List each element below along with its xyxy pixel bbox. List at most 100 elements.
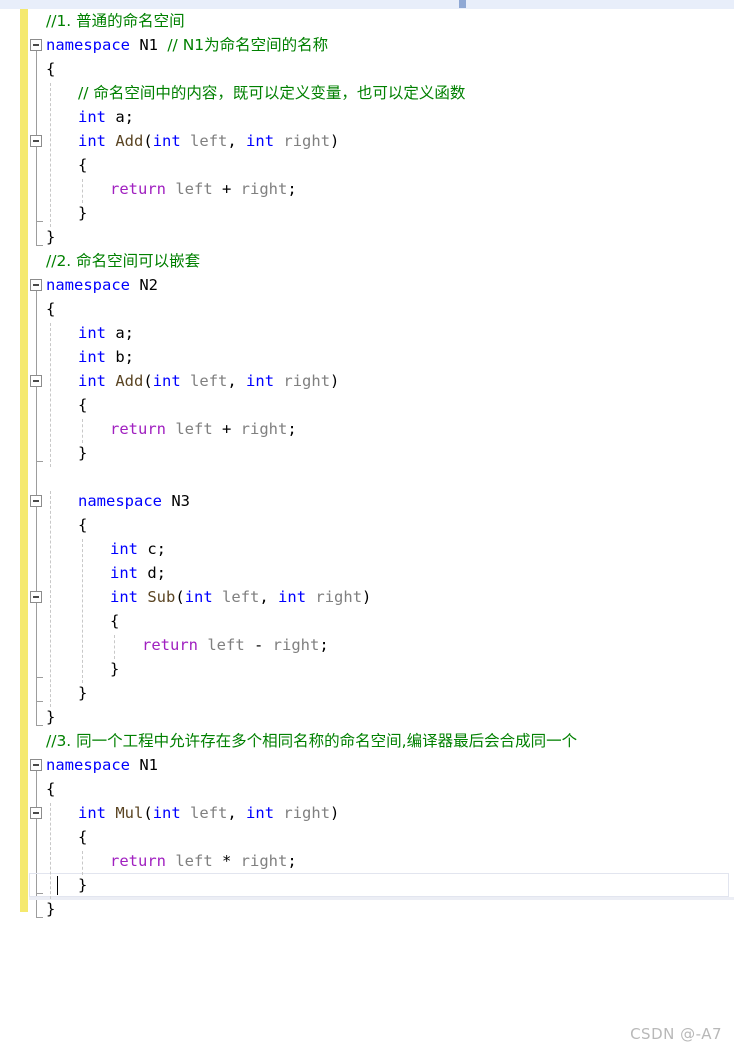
code-line[interactable]: int a; (78, 105, 134, 129)
code-token-pl: } (46, 708, 56, 726)
code-line[interactable]: { (78, 393, 87, 417)
code-line[interactable]: { (110, 609, 119, 633)
code-token-id: left (175, 420, 213, 438)
code-line[interactable]: namespace N1 (46, 753, 158, 777)
code-token-pl: ) (362, 588, 372, 606)
code-line[interactable]: int b; (78, 345, 134, 369)
code-token-kw: int (110, 564, 138, 582)
code-line[interactable]: //3. 同一个工程中允许存在多个相同名称的命名空间,编译器最后会合成同一个 (46, 729, 577, 753)
code-line[interactable]: { (78, 825, 87, 849)
code-token-id: left (207, 636, 245, 654)
code-line[interactable]: } (46, 897, 55, 921)
code-line[interactable]: } (46, 705, 55, 729)
code-line[interactable]: namespace N3 (78, 489, 190, 513)
code-token-pl: } (78, 204, 88, 222)
code-token-pl: b; (106, 348, 134, 366)
code-line[interactable]: namespace N1 // N1为命名空间的名称 (46, 33, 328, 57)
code-token-pl: { (78, 516, 88, 534)
code-line[interactable]: } (78, 441, 87, 465)
code-token-pl: { (110, 612, 120, 630)
code-token-pl: * (212, 852, 241, 870)
code-token-id: left (175, 852, 213, 870)
code-token-ret: return (110, 852, 166, 870)
code-token-pl: } (46, 228, 56, 246)
code-token-kw: namespace (46, 36, 130, 54)
code-line[interactable]: { (46, 57, 55, 81)
code-line[interactable]: //1. 普通的命名空间 (46, 9, 185, 33)
code-line[interactable]: } (78, 681, 87, 705)
code-token-kw: int (152, 132, 181, 150)
code-token-kw: namespace (46, 276, 130, 294)
code-line[interactable]: { (46, 297, 55, 321)
code-token-cmt: //3. 同一个工程中允许存在多个相同名称的命名空间,编译器最后会合成同一个 (46, 732, 578, 750)
code-line[interactable]: int Sub(int left, int right) (110, 585, 371, 609)
code-token-pl: d; (138, 564, 166, 582)
code-token-pl: ; (287, 180, 297, 198)
code-line[interactable]: { (78, 513, 87, 537)
code-token-pl: N3 (162, 492, 190, 510)
code-line[interactable]: { (46, 777, 55, 801)
code-line[interactable]: int Add(int left, int right) (78, 129, 339, 153)
text-caret (57, 876, 58, 895)
code-token-pl: + (212, 180, 241, 198)
code-token-ret: return (142, 636, 198, 654)
indent-guide (114, 635, 115, 659)
code-token-pl: , (259, 588, 279, 606)
code-line[interactable]: return left * right; (110, 849, 297, 873)
code-line[interactable]: // 命名空间中的内容，既可以定义变量，也可以定义函数 (78, 81, 465, 105)
code-line[interactable]: } (46, 225, 55, 249)
code-line[interactable]: { (78, 153, 87, 177)
code-token-id: left (190, 804, 228, 822)
code-token-id: right (240, 852, 288, 870)
code-token-fn: Add (115, 372, 144, 390)
code-token-pl: ( (143, 804, 153, 822)
indent-guide (50, 323, 51, 467)
code-line[interactable]: int d; (110, 561, 166, 585)
code-token-pl: , (227, 132, 247, 150)
code-text-area[interactable]: //1. 普通的命名空间 namespace N1 // N1为命名空间的名称 {/… (0, 9, 734, 921)
code-line[interactable]: } (78, 201, 87, 225)
code-token-id: right (315, 588, 363, 606)
code-token-kw: int (184, 588, 213, 606)
code-token-id: right (272, 636, 320, 654)
code-line[interactable]: return left - right; (142, 633, 329, 657)
code-token-fn: Mul (115, 804, 144, 822)
code-line[interactable]: return left + right; (110, 417, 297, 441)
code-token-pl: a; (106, 108, 134, 126)
code-line[interactable]: int c; (110, 537, 166, 561)
code-token-id: left (222, 588, 260, 606)
code-token-pl: ; (319, 636, 329, 654)
code-line[interactable]: //2. 命名空间可以嵌套 (46, 249, 200, 273)
code-line[interactable]: int Add(int left, int right) (78, 369, 339, 393)
code-line[interactable]: return left + right; (110, 177, 297, 201)
scrollbar-thumb[interactable] (459, 0, 466, 8)
code-line[interactable]: int Mul(int left, int right) (78, 801, 339, 825)
code-token-kw: int (78, 372, 106, 390)
code-token-pl: , (227, 804, 247, 822)
code-token-kw: int (78, 348, 106, 366)
code-token-kw: int (246, 372, 275, 390)
code-token-pl: ) (330, 132, 340, 150)
indent-guide (82, 851, 83, 875)
code-editor-surface[interactable]: //1. 普通的命名空间 namespace N1 // N1为命名空间的名称 {/… (0, 9, 734, 921)
code-token-id: left (175, 180, 213, 198)
code-line[interactable]: namespace N2 (46, 273, 158, 297)
code-line[interactable]: } (110, 657, 119, 681)
code-token-kw: int (78, 804, 106, 822)
code-line[interactable]: int a; (78, 321, 134, 345)
code-token-pl: , (227, 372, 247, 390)
code-token-kw: namespace (46, 756, 130, 774)
code-token-kw: int (78, 324, 106, 342)
